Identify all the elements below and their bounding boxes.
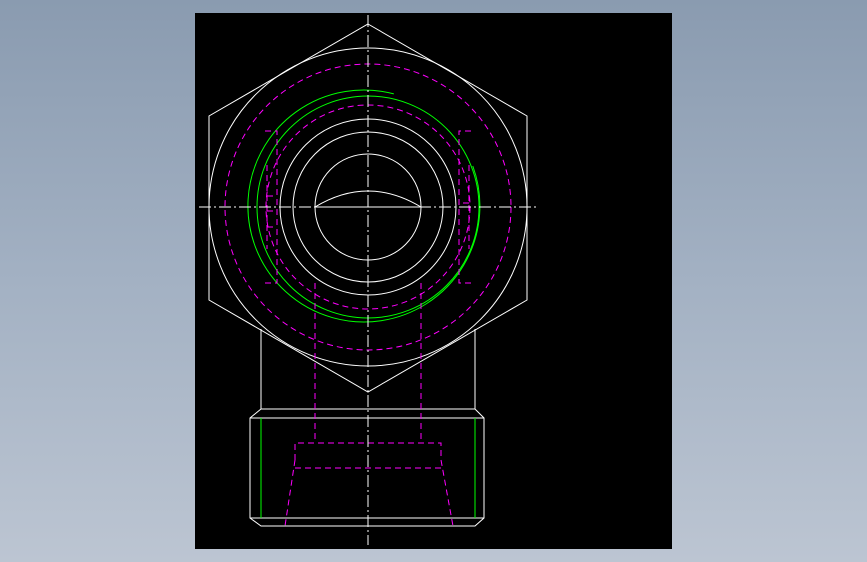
cad-drawing-viewport[interactable] [195,13,672,549]
cad-drawing [199,15,537,545]
hidden-port-taper-right [440,459,454,527]
hidden-port-taper-left [284,459,296,527]
